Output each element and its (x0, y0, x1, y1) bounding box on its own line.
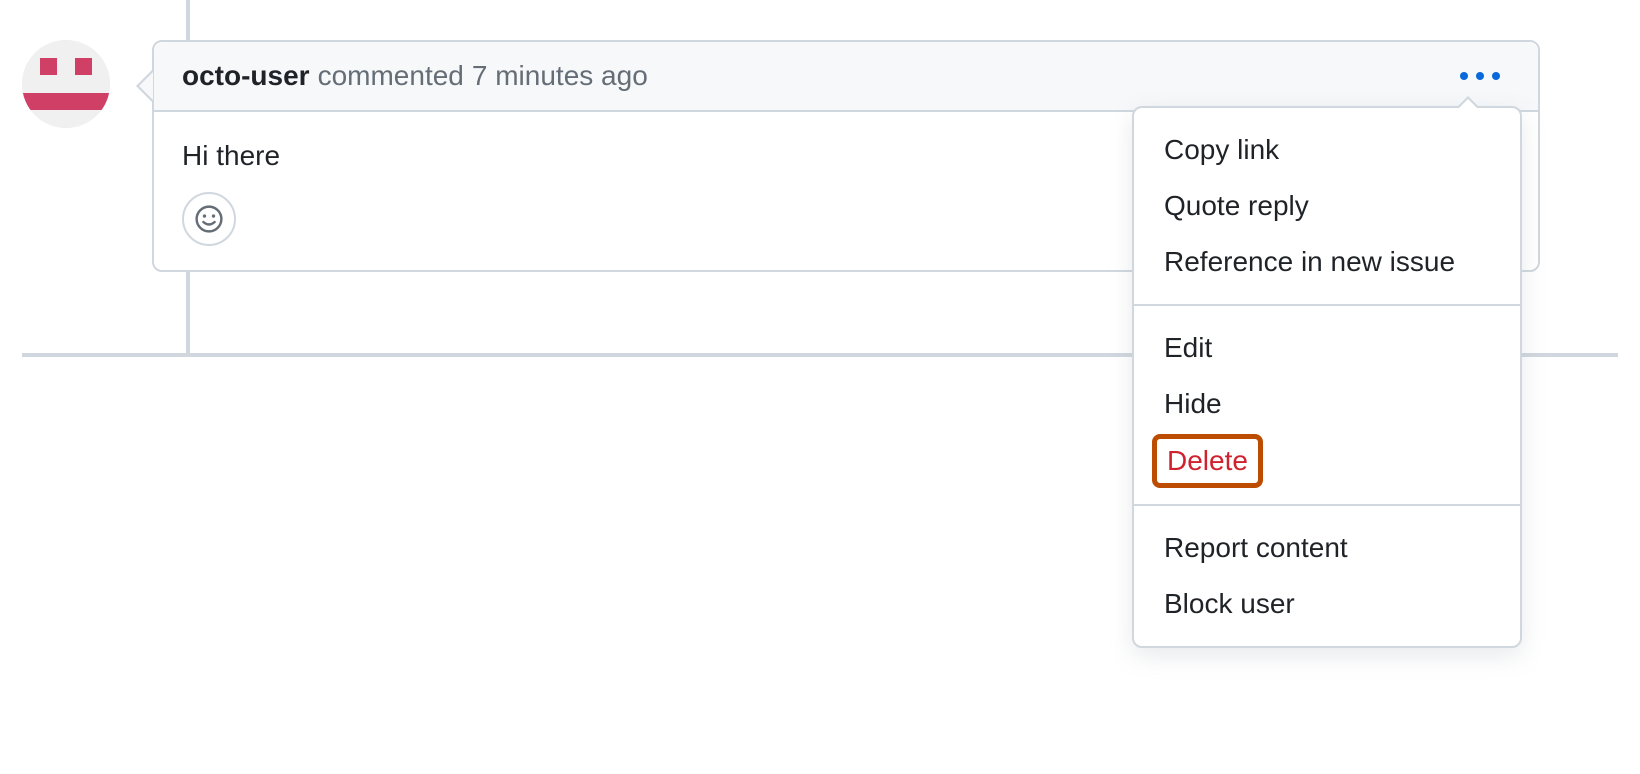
kebab-menu-button[interactable] (1450, 62, 1510, 90)
menu-group-3: Report content Block user (1134, 506, 1520, 646)
menu-reference-new-issue[interactable]: Reference in new issue (1134, 234, 1520, 290)
menu-edit[interactable]: Edit (1134, 320, 1520, 376)
menu-hide[interactable]: Hide (1134, 376, 1520, 432)
menu-copy-link[interactable]: Copy link (1134, 122, 1520, 178)
dropdown-caret (1456, 96, 1480, 108)
kebab-dot-icon (1476, 72, 1484, 80)
add-reaction-button[interactable] (182, 192, 236, 246)
menu-block-user[interactable]: Block user (1134, 576, 1520, 632)
menu-delete[interactable]: Delete (1167, 445, 1248, 477)
menu-group-1: Copy link Quote reply Reference in new i… (1134, 108, 1520, 304)
menu-group-2: Edit Hide Delete (1134, 306, 1520, 504)
kebab-dot-icon (1460, 72, 1468, 80)
user-avatar[interactable] (22, 40, 110, 128)
avatar-identicon (22, 40, 110, 128)
smiley-icon (194, 204, 224, 234)
comment-author[interactable]: octo-user (182, 60, 310, 92)
delete-highlight: Delete (1152, 434, 1263, 488)
comment-action-text: commented (318, 60, 464, 92)
menu-quote-reply[interactable]: Quote reply (1134, 178, 1520, 234)
comment-caret (136, 70, 152, 102)
menu-report-content[interactable]: Report content (1134, 520, 1520, 576)
comment-header: octo-user commented 7 minutes ago (154, 42, 1538, 112)
comment-header-meta: octo-user commented 7 minutes ago (182, 60, 648, 92)
kebab-dot-icon (1492, 72, 1500, 80)
comment-text: Hi there (182, 140, 280, 171)
comment-timestamp[interactable]: 7 minutes ago (472, 60, 648, 92)
comment-actions-menu: Copy link Quote reply Reference in new i… (1132, 106, 1522, 648)
